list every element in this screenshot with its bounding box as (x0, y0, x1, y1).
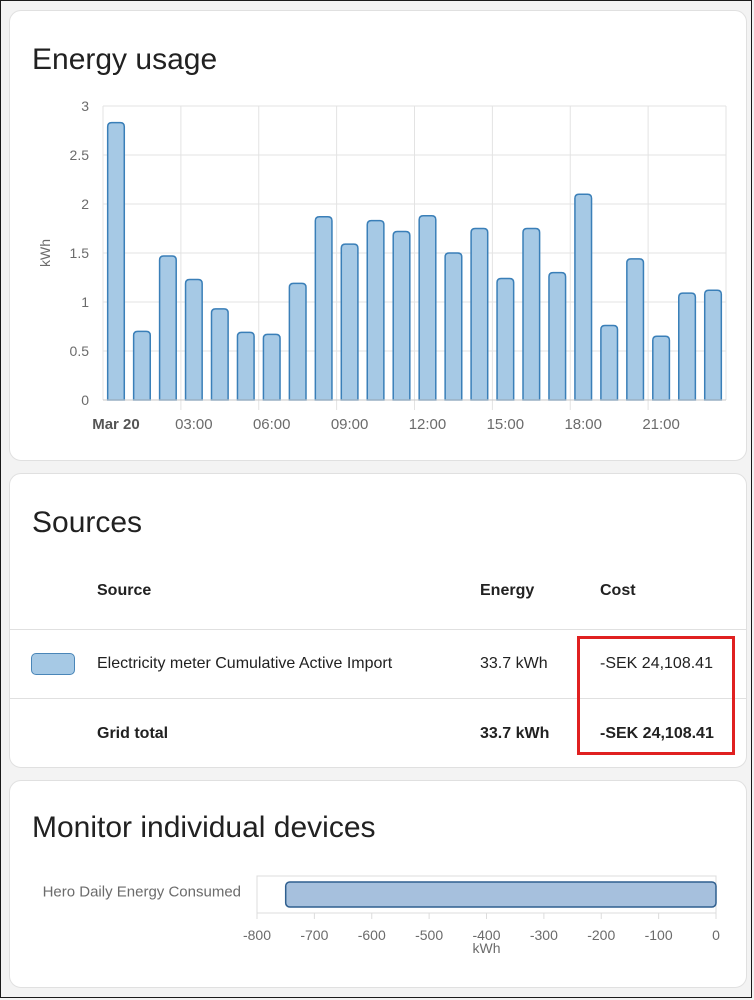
x-tick-label: -100 (645, 927, 673, 943)
devices-chart[interactable]: -800 -700 -600 -500 -400 -300 -200 -100 0Hero Da… (10, 781, 746, 987)
x-tick-label: 09:00 (331, 416, 369, 433)
energy-bar (158, 255, 177, 401)
device-category-label: Hero Daily Energy Consumed (43, 884, 241, 901)
energy-bar (106, 121, 126, 401)
source-energy: 33.7 kWh (480, 655, 548, 672)
energy-bar (548, 271, 567, 401)
x-tick-label: -800 (243, 927, 271, 943)
x-tick-label: 15:00 (487, 416, 525, 433)
devices-card: Monitor individual devices -800 -700 -600-… (9, 780, 747, 988)
energy-bar (340, 243, 359, 401)
source-color-swatch (31, 653, 75, 675)
device-bar (284, 881, 717, 908)
energy-bar (444, 252, 463, 401)
energy-bar (574, 193, 593, 401)
grid-total-energy: 33.7 kWh (480, 725, 550, 742)
source-name: Electricity meter Cumulative Active Impo… (97, 655, 393, 672)
energy-bar (392, 230, 411, 401)
energy-column-header: Energy (480, 582, 535, 599)
x-tick-label: -700 (300, 927, 328, 943)
energy-bar (652, 335, 671, 401)
x-tick-label: 06:00 (253, 416, 291, 433)
x-tick-label: 12:00 (409, 416, 447, 433)
y-tick-label: 1 (81, 294, 89, 310)
x-tick-label: 0 (712, 927, 720, 943)
x-tick-label: -600 (358, 927, 386, 943)
y-tick-label: 0.5 (70, 343, 90, 359)
x-tick-label: 21:00 (642, 416, 680, 433)
source-column-header: Source (97, 582, 152, 599)
energy-bar (262, 333, 281, 401)
y-tick-label: 1.5 (70, 245, 90, 261)
x-tick-label: 03:00 (175, 416, 213, 433)
energy-bar (496, 277, 515, 401)
energy-bar (236, 331, 255, 401)
y-tick-label: 2.5 (70, 147, 90, 163)
energy-bar (678, 292, 697, 401)
energy-usage-card: Energy usage 0 0.5 1 1.5 2 2.5 3 Mar 20 03:00 06:… (9, 10, 747, 461)
energy-bar (470, 227, 489, 401)
energy-bar (366, 219, 385, 401)
cost-column-header: Cost (600, 582, 636, 599)
y-tick-label: 3 (81, 98, 89, 114)
energy-bar (210, 308, 229, 401)
energy-bar (600, 324, 619, 401)
sources-card: Sources Source Energy Cost Electricity m… (9, 473, 747, 768)
energy-bar (314, 215, 333, 401)
energy-bar (132, 330, 151, 401)
x-axis-label: kWh (473, 940, 501, 956)
cost-highlight-box (577, 636, 735, 755)
energy-bar (418, 215, 437, 401)
x-tick-label: -500 (415, 927, 443, 943)
energy-bar (184, 278, 203, 401)
y-axis-label: kWh (37, 239, 53, 267)
y-tick-label: 0 (81, 392, 89, 408)
sources-title: Sources (32, 506, 143, 539)
energy-bar (626, 258, 645, 401)
x-tick-label: -200 (587, 927, 615, 943)
energy-bar (288, 282, 307, 401)
energy-usage-chart[interactable]: 0 0.5 1 1.5 2 2.5 3 Mar 20 03:00 06:00 09:00 12:00 1… (10, 11, 746, 460)
grid-total-label: Grid total (97, 725, 169, 742)
y-tick-label: 2 (81, 196, 89, 212)
x-tick-label: -300 (530, 927, 558, 943)
energy-bar (522, 227, 541, 401)
x-tick-label: 18:00 (564, 416, 602, 433)
energy-bar (703, 289, 723, 401)
x-tick-label: Mar 20 (92, 416, 140, 433)
header-divider (10, 629, 746, 630)
